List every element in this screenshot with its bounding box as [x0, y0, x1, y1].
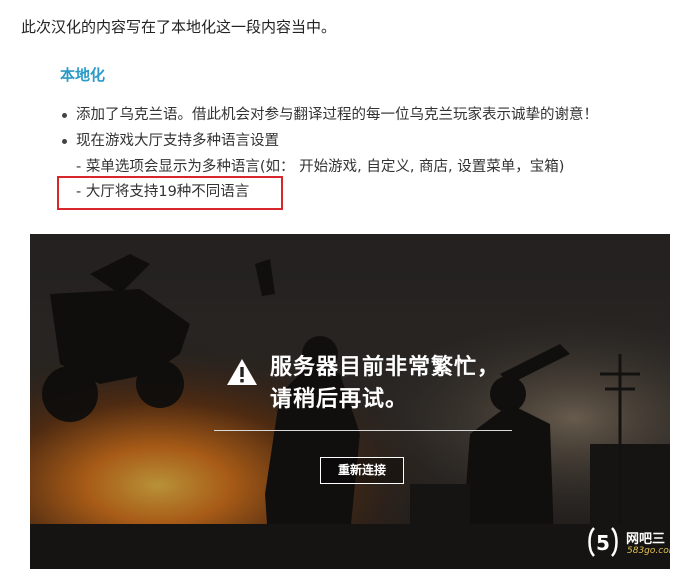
list-item: 添加了乌克兰语。借此机会对参与翻译过程的每一位乌克兰玩家表示诚挚的谢意！	[60, 104, 680, 130]
list-item: 现在游戏大厅支持多种语言设置	[60, 130, 680, 156]
site-watermark: 5 网吧三 583go.com	[586, 520, 670, 566]
svg-text:5: 5	[596, 531, 610, 555]
game-screenshot: 服务器目前非常繁忙， 请稍后再试。 重新连接 5 网吧三 583go.com	[30, 234, 670, 569]
watermark-text: 网吧三	[626, 532, 666, 547]
intro-text: 此次汉化的内容写在了本地化这一段内容当中。	[21, 18, 337, 36]
section-heading-localization: 本地化	[60, 66, 106, 84]
warning-triangle-icon	[227, 359, 257, 385]
watermark-logo-icon: 5	[588, 527, 618, 557]
server-busy-message-line1: 服务器目前非常繁忙，	[270, 355, 501, 380]
dialog-divider	[214, 430, 512, 431]
server-busy-message: 服务器目前非常繁忙， 请稍后再试。	[270, 352, 530, 416]
list-item-text: 现在游戏大厅支持多种语言设置	[76, 133, 279, 149]
server-busy-message-line2: 请稍后再试。	[270, 387, 409, 412]
watermark-url: 583go.com	[627, 546, 670, 556]
list-item-text: 添加了乌克兰语。借此机会对参与翻译过程的每一位乌克兰玩家表示诚挚的谢意！	[76, 107, 598, 123]
bullet-dot-icon	[62, 139, 67, 144]
bullet-dot-icon	[62, 113, 67, 118]
reconnect-button[interactable]: 重新连接	[320, 457, 404, 484]
highlight-box	[57, 176, 283, 210]
